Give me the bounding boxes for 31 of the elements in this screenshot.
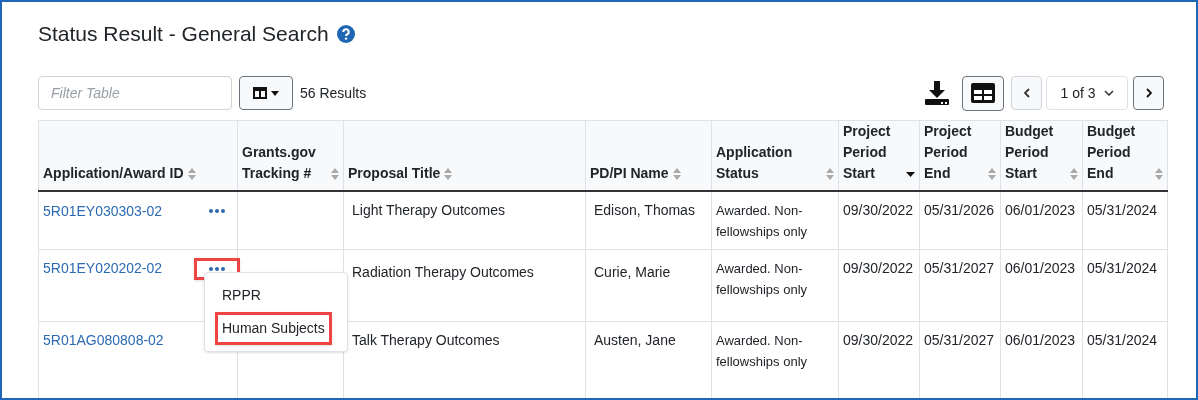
award-id-link[interactable]: 5R01EY020202-02 [43,258,163,279]
table-cell: Austen, Jane [594,331,676,348]
table-cell: 09/30/2022 [843,202,914,218]
table-cell: 09/30/2022 [843,259,914,276]
table-cell: 05/31/2024 [1087,202,1158,218]
table-cell: 05/31/2024 [1087,259,1158,276]
page-select[interactable]: 1 of 3 [1046,76,1128,110]
table-cell: 05/31/2024 [1087,331,1158,348]
table-cell: Curie, Marie [594,263,671,280]
results-count: 56 Results [300,83,367,103]
table-cell: Light Therapy Outcomes [352,202,506,218]
table-cell: 09/30/2022 [843,331,914,348]
menu-item[interactable]: RPPR [215,279,337,312]
table-cell: Awarded. Non-fellowships only [716,260,808,297]
filter-field[interactable]: Filter Table [38,76,232,110]
column-header[interactable]: PD/PI Name [590,163,669,184]
award-id-link[interactable]: 5R01AG080808-02 [43,329,164,351]
table-cell: 06/01/2023 [1005,202,1076,218]
table-cell: 05/31/2026 [924,202,995,218]
table-cell: Awarded. Non-fellowships only [716,203,808,239]
table-cell: 05/31/2027 [924,259,995,276]
page-title: Status Result - General Search [38,21,329,48]
table-cell: Awarded. Non-fellowships only [716,332,808,369]
table-cell: Talk Therapy Outcomes [352,331,500,348]
column-header[interactable]: Proposal Title [348,163,441,184]
table-cell: Edison, Thomas [594,202,695,218]
table-cell: 05/31/2027 [924,331,995,348]
table-cell: 06/01/2023 [1005,331,1076,348]
menu-item[interactable]: Human Subjects [215,312,332,345]
table-cell: 06/01/2023 [1005,259,1076,276]
table-cell: Radiation Therapy Outcomes [352,263,534,280]
